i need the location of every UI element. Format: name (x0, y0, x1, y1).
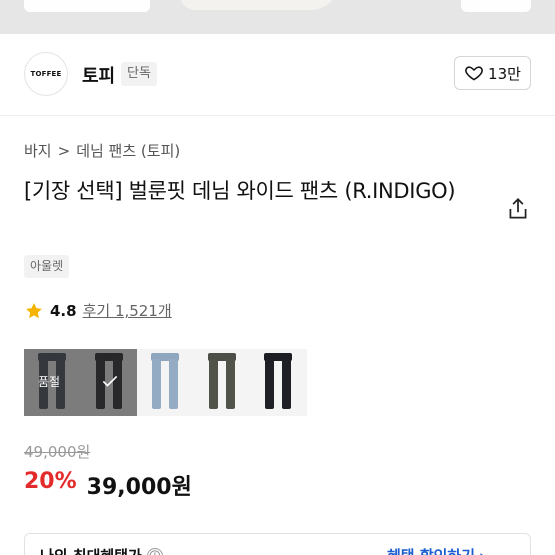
original-price: 49,000원 (24, 443, 91, 461)
star-icon (26, 302, 42, 318)
option-thumb[interactable] (250, 349, 307, 416)
pants-leg (282, 359, 292, 409)
pants-leg (265, 359, 275, 409)
product-image-fragment (180, 0, 340, 10)
like-button[interactable]: 13만 (454, 56, 531, 90)
chevron-right-icon: > (57, 141, 71, 160)
share-icon[interactable] (505, 196, 531, 222)
product-title: [기장 선택] 벌룬핏 데님 와이드 팬츠 (R.INDIGO) (24, 179, 456, 203)
image-overlay-left (24, 0, 150, 12)
pants-leg (152, 359, 162, 409)
benefit-link-text: 혜택 할인하기 (387, 545, 475, 555)
price-row: 20% 39,000원 (24, 469, 192, 501)
breadcrumb-subcategory[interactable]: 데님 팬츠 (토피) (76, 140, 180, 161)
store-logo[interactable]: TOFFEE (24, 52, 68, 96)
outlet-badge: 아울렛 (24, 255, 70, 278)
pants-leg (169, 359, 179, 409)
option-thumb[interactable] (137, 349, 194, 416)
store-row: TOFFEE 토피 단독 13만 (0, 34, 555, 116)
product-image-strip[interactable] (0, 0, 555, 34)
breadcrumb: 바지 > 데님 팬츠 (토피) (24, 140, 180, 161)
image-overlay-right (461, 0, 531, 12)
max-benefit-label: 나의 최대혜택가 ⓘ (40, 545, 163, 555)
pants-leg (225, 359, 235, 409)
max-benefit-text: 나의 최대혜택가 (40, 545, 142, 555)
option-thumb-soldout[interactable]: 품절 (24, 349, 81, 416)
check-icon (102, 375, 117, 387)
breadcrumb-category[interactable]: 바지 (24, 140, 52, 161)
heart-icon (465, 66, 483, 81)
like-count: 13만 (488, 64, 521, 83)
pants-leg (208, 359, 218, 409)
max-benefit-row: 나의 최대혜택가 ⓘ 혜택 할인하기 › (24, 533, 531, 555)
option-thumbnails: 품절 (24, 349, 307, 416)
sale-price: 39,000원 (86, 475, 192, 500)
store-name[interactable]: 토피 (82, 62, 115, 88)
chevron-right-icon: › (479, 547, 485, 555)
info-icon[interactable]: ⓘ (146, 547, 163, 555)
reviews-link[interactable]: 후기 1,521개 (83, 300, 172, 321)
soldout-label: 품절 (38, 375, 61, 389)
discount-rate: 20% (24, 469, 77, 494)
store-logo-text: TOFFEE (30, 70, 62, 78)
rating-row: 4.8 후기 1,521개 (24, 300, 172, 321)
store-exclusive-badge: 단독 (121, 62, 157, 86)
option-thumb-selected[interactable] (80, 349, 138, 416)
benefit-link[interactable]: 혜택 할인하기 › (387, 545, 485, 555)
option-thumb[interactable] (193, 349, 251, 416)
rating-score: 4.8 (50, 301, 77, 320)
